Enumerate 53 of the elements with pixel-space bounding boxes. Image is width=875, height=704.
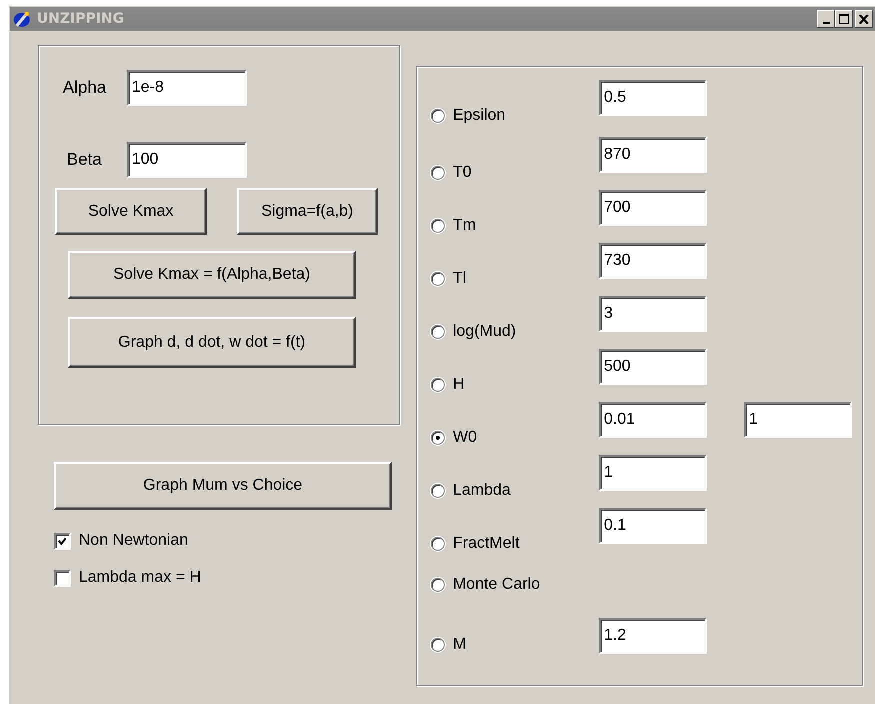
maximize-icon: [839, 14, 849, 24]
radio-button[interactable]: [431, 484, 446, 498]
close-button[interactable]: [855, 10, 873, 28]
app-icon: [13, 9, 33, 29]
close-icon: [859, 14, 869, 24]
radio-label: W0: [453, 429, 478, 447]
input-field[interactable]: 500: [599, 349, 708, 385]
check-icon: [58, 536, 67, 546]
radio-label: Tm: [453, 217, 476, 235]
maximize-button[interactable]: [835, 10, 853, 28]
input-field[interactable]: 1e-8: [127, 70, 247, 106]
input-field[interactable]: 1: [599, 455, 708, 491]
action-button[interactable]: Solve Kmax: [55, 188, 207, 235]
radio-button[interactable]: [431, 325, 446, 339]
checkbox[interactable]: [54, 570, 71, 586]
radio-button[interactable]: [431, 109, 446, 123]
radio-button[interactable]: [431, 578, 446, 592]
input-field[interactable]: 0.1: [599, 508, 708, 544]
checkbox-label: Lambda max = H: [79, 569, 202, 587]
checkbox-label: Non Newtonian: [79, 532, 188, 550]
checkbox[interactable]: [54, 532, 71, 550]
action-button[interactable]: Solve Kmax = f(Alpha,Beta): [68, 251, 356, 299]
radio-button[interactable]: [431, 638, 446, 652]
minimize-icon: [822, 22, 830, 24]
input-field[interactable]: 700: [599, 190, 708, 226]
input-field[interactable]: 100: [127, 142, 247, 178]
radio-label: T0: [453, 164, 472, 182]
action-button[interactable]: Sigma=f(a,b): [237, 188, 378, 235]
radio-label: H: [453, 376, 465, 394]
radio-label: Tl: [453, 270, 466, 288]
radio-label: Epsilon: [453, 107, 506, 125]
minimize-button[interactable]: [817, 10, 835, 28]
graph-button[interactable]: Graph Mum vs Choice: [54, 462, 392, 510]
input-field[interactable]: 730: [599, 243, 708, 279]
input-field[interactable]: 3: [599, 296, 708, 332]
radio-label: FractMelt: [453, 535, 520, 553]
radio-button[interactable]: [431, 378, 446, 392]
radio-button[interactable]: [431, 166, 446, 180]
action-button[interactable]: Graph d, d dot, w dot = f(t): [68, 317, 356, 368]
radio-label: log(Mud): [453, 323, 516, 341]
radio-label: Lambda: [453, 482, 511, 500]
radio-label: Monte Carlo: [453, 576, 540, 594]
input-field[interactable]: 0.5: [599, 80, 708, 116]
radio-button[interactable]: [431, 219, 446, 233]
input-field[interactable]: 870: [599, 137, 708, 173]
radio-button[interactable]: [431, 537, 446, 551]
input-field[interactable]: 1: [744, 402, 852, 438]
input-field[interactable]: 0.01: [599, 402, 708, 438]
radio-label: M: [453, 636, 466, 654]
window-title: UNZIPPING: [37, 11, 124, 27]
radio-button[interactable]: [431, 431, 446, 445]
input-field[interactable]: 1.2: [599, 618, 708, 654]
radio-button[interactable]: [431, 272, 446, 286]
